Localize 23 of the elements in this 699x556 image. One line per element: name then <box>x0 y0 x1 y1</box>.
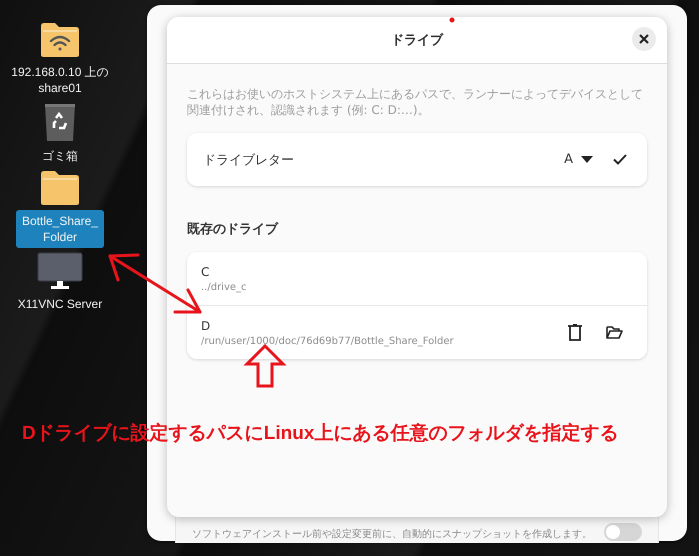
drive-letter-dropdown[interactable]: A <box>560 148 597 171</box>
monitor-icon[interactable] <box>36 252 83 290</box>
icon-label[interactable]: ゴミ箱 <box>38 146 82 166</box>
folder-icon[interactable] <box>39 170 81 206</box>
annotation-dot <box>450 18 454 22</box>
trash-icon[interactable] <box>44 102 76 142</box>
network-folder-icon[interactable] <box>39 22 81 58</box>
dialog-title: ドライブ <box>391 32 443 49</box>
drive-path: ../drive_c <box>201 282 248 292</box>
drive-letter-label: ドライブレター <box>203 152 295 168</box>
icon-label[interactable]: 192.168.0.10 上の share01 <box>7 62 113 98</box>
icon-label[interactable]: Bottle_Share_ Folder <box>16 210 104 248</box>
setting-description: ソフトウェアインストール前や設定変更前に、自動的にスナップショットを作成します。 <box>192 528 592 541</box>
drive-letter: D <box>201 318 212 332</box>
close-button[interactable] <box>632 27 656 51</box>
description-text: これらはお使いのホストシステム上にあるパスで、ランナーによってデバイスとして関連付けされ、認識されます (例: C: D:…)。 <box>187 86 644 118</box>
icon-label[interactable]: X11VNC Server <box>14 294 106 314</box>
section-heading: 既存のドライブ <box>187 220 280 238</box>
close-icon <box>639 34 649 44</box>
caret-icon <box>581 156 593 163</box>
toggle-switch[interactable] <box>604 523 642 541</box>
drive-letter: C <box>201 264 210 278</box>
drive-path: /run/user/1000/doc/76d69b77/Bottle_Share_Folder <box>201 336 455 346</box>
